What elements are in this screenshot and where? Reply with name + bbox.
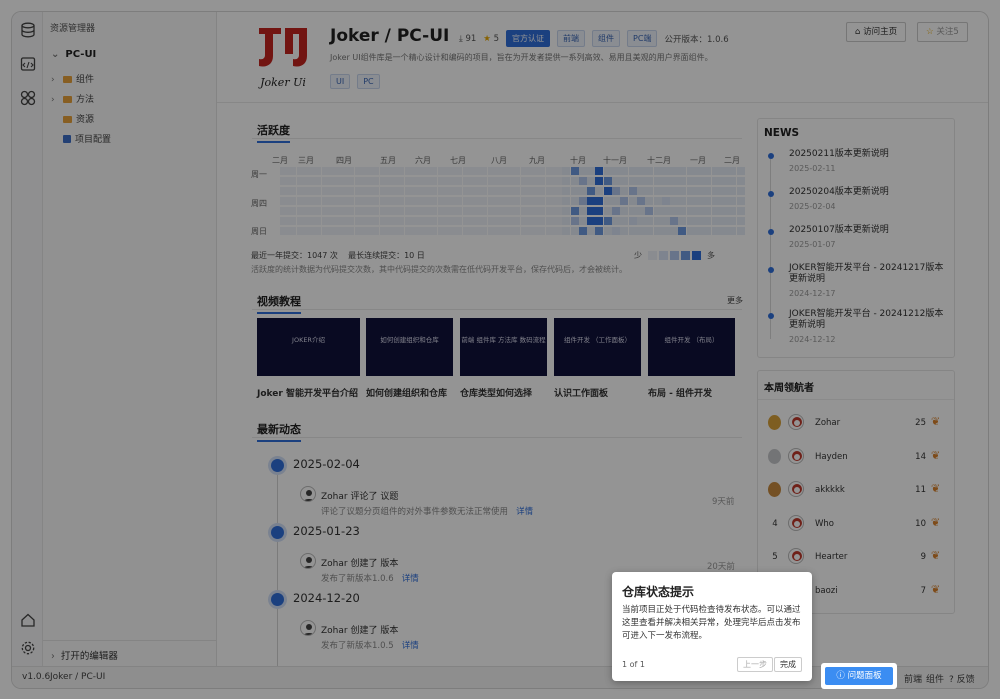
tour-highlight: ⓘ 问题面板: [821, 663, 897, 689]
tour-counter: 1 of 1: [622, 660, 645, 669]
info-icon: ⓘ: [836, 671, 845, 681]
issue-panel-button[interactable]: ⓘ 问题面板: [825, 667, 893, 685]
tour-prev-button[interactable]: 上一步: [737, 657, 773, 672]
tour-body: 当前项目正处于代码检查待发布状态。可以通过这里查看并解决相关异常，处理完毕后点击…: [622, 605, 801, 641]
tour-overlay[interactable]: [0, 0, 1000, 699]
tour-title: 仓库状态提示: [622, 585, 695, 599]
tour-popover: 仓库状态提示 当前项目正处于代码检查待发布状态。可以通过这里查看并解决相关异常，…: [612, 572, 812, 681]
tour-done-button[interactable]: 完成: [774, 657, 802, 672]
